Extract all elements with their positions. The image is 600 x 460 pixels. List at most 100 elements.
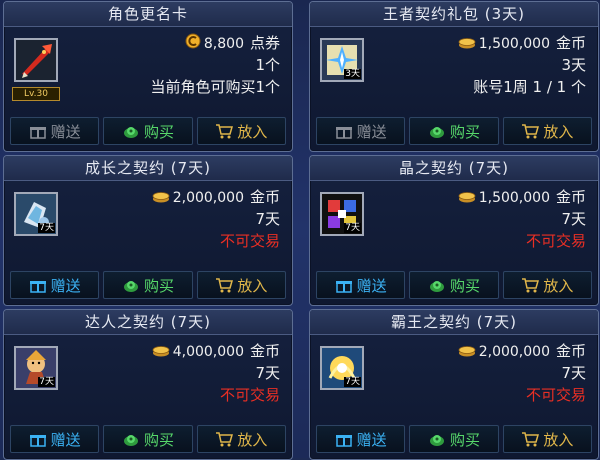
item-info: 2,000,000 金币 7天 不可交易 — [458, 340, 586, 406]
shop-item-card-growth: 成长之契约 (7天) 7天 2,000,000 金币 7天 不可交易 赠送 购买 — [3, 155, 293, 306]
item-title: 达人之契约 (7天) — [4, 310, 292, 335]
add-to-cart-button[interactable]: 放入 — [502, 117, 592, 145]
gold-coin-icon — [458, 187, 476, 209]
duration-badge: 7天 — [344, 377, 361, 387]
price-value: 1,500,000 — [478, 190, 550, 206]
cart-icon — [216, 432, 234, 447]
item-info: 8,800 点券 1个 当前角色可购买1个 — [150, 32, 280, 98]
gift-button[interactable]: 赠送 — [10, 117, 100, 145]
buy-button[interactable]: 购买 — [409, 425, 499, 453]
item-info: 2,000,000 金币 7天 不可交易 — [152, 186, 280, 252]
cart-icon — [522, 278, 540, 293]
action-bar: 赠送 购买 放入 — [10, 117, 286, 145]
untradable-line: 不可交易 — [219, 386, 280, 404]
price-line: 2,000,000 金币 — [152, 186, 280, 208]
gift-icon — [335, 127, 352, 139]
shop-item-card-overlord: 霸王之契约 (7天) 7天 2,000,000 金币 7天 不可交易 赠送 购买 — [309, 309, 599, 460]
put-label: 放入 — [543, 122, 574, 141]
item-icon-frame[interactable] — [14, 38, 58, 82]
buy-label: 购买 — [143, 122, 174, 141]
gift-button[interactable]: 赠送 — [10, 425, 100, 453]
duration-badge: 7天 — [38, 377, 55, 387]
gift-label: 赠送 — [50, 276, 81, 295]
gift-icon — [29, 127, 46, 139]
buy-icon — [429, 127, 444, 138]
price-value: 8,800 — [203, 36, 244, 52]
buy-label: 购买 — [449, 430, 480, 449]
add-to-cart-button[interactable]: 放入 — [196, 425, 286, 453]
item-info: 4,000,000 金币 7天 不可交易 — [152, 340, 280, 406]
gold-coin-icon — [152, 341, 170, 363]
price-line: 1,500,000 金币 — [458, 186, 586, 208]
untradable-line: 不可交易 — [525, 232, 586, 250]
shop-item-card-crystal: 晶之契约 (7天) 7天 1,500,000 金币 7天 不可交易 赠送 购买 — [309, 155, 599, 306]
shop-item-card-king-package: 王者契约礼包 (3天) 3天 1,500,000 金币 3天 账号1周 1 / 1… — [309, 1, 599, 152]
buy-label: 购买 — [449, 122, 480, 141]
duration-badge: 7天 — [344, 223, 361, 233]
untradable-line: 不可交易 — [525, 386, 586, 404]
shop-item-card-master: 达人之契约 (7天) 7天 4,000,000 金币 7天 不可交易 赠送 购买 — [3, 309, 293, 460]
quantity-line: 1个 — [255, 56, 280, 74]
price-unit: 点券 — [249, 34, 280, 52]
add-to-cart-button[interactable]: 放入 — [502, 425, 592, 453]
gift-icon — [29, 281, 46, 293]
add-to-cart-button[interactable]: 放入 — [196, 117, 286, 145]
gold-coin-icon — [152, 187, 170, 209]
price-value: 1,500,000 — [478, 36, 550, 52]
buy-label: 购买 — [143, 276, 174, 295]
action-bar: 赠送 购买 放入 — [316, 271, 592, 299]
price-unit: 金币 — [249, 188, 280, 206]
item-icon-frame[interactable]: 7天 — [14, 192, 58, 236]
duration-badge: 7天 — [38, 223, 55, 233]
cart-icon — [216, 278, 234, 293]
buy-icon — [429, 435, 444, 446]
add-to-cart-button[interactable]: 放入 — [196, 271, 286, 299]
gift-label: 赠送 — [356, 430, 387, 449]
add-to-cart-button[interactable]: 放入 — [502, 271, 592, 299]
gift-button[interactable]: 赠送 — [316, 271, 406, 299]
gift-icon — [335, 281, 352, 293]
item-title: 王者契约礼包 (3天) — [310, 2, 598, 27]
cera-coin-icon — [185, 33, 201, 55]
item-title: 霸王之契约 (7天) — [310, 310, 598, 335]
price-value: 2,000,000 — [172, 190, 244, 206]
price-unit: 金币 — [555, 34, 586, 52]
item-icon-frame[interactable]: 7天 — [14, 346, 58, 390]
duration-line: 7天 — [255, 364, 280, 382]
action-bar: 赠送 购买 放入 — [316, 425, 592, 453]
duration-line: 7天 — [561, 210, 586, 228]
buy-button[interactable]: 购买 — [103, 271, 193, 299]
gift-icon — [335, 435, 352, 447]
shop-item-card-rename: 角色更名卡 Lv.30 8,800 点券 1个 当前角色可购买1个 赠送 购买 — [3, 1, 293, 152]
price-value: 2,000,000 — [478, 344, 550, 360]
gift-button[interactable]: 赠送 — [10, 271, 100, 299]
buy-icon — [123, 127, 138, 138]
item-info: 1,500,000 金币 7天 不可交易 — [458, 186, 586, 252]
buy-button[interactable]: 购买 — [409, 271, 499, 299]
buy-button[interactable]: 购买 — [103, 425, 193, 453]
gift-button[interactable]: 赠送 — [316, 425, 406, 453]
gift-label: 赠送 — [356, 276, 387, 295]
price-line: 8,800 点券 — [150, 32, 280, 54]
gift-label: 赠送 — [356, 122, 387, 141]
buy-button[interactable]: 购买 — [103, 117, 193, 145]
duration-line: 7天 — [255, 210, 280, 228]
item-title: 成长之契约 (7天) — [4, 156, 292, 181]
price-unit: 金币 — [555, 342, 586, 360]
cart-icon — [522, 124, 540, 139]
buy-button[interactable]: 购买 — [409, 117, 499, 145]
gift-label: 赠送 — [50, 430, 81, 449]
price-unit: 金币 — [555, 188, 586, 206]
price-line: 4,000,000 金币 — [152, 340, 280, 362]
item-info: 1,500,000 金币 3天 账号1周 1 / 1 个 — [458, 32, 586, 98]
item-icon-frame[interactable]: 3天 — [320, 38, 364, 82]
gift-button[interactable]: 赠送 — [316, 117, 406, 145]
cart-icon — [522, 432, 540, 447]
duration-line: 3天 — [561, 56, 586, 74]
item-icon-frame[interactable]: 7天 — [320, 346, 364, 390]
action-bar: 赠送 购买 放入 — [316, 117, 592, 145]
buy-icon — [429, 281, 444, 292]
item-icon-frame[interactable]: 7天 — [320, 192, 364, 236]
gold-coin-icon — [458, 341, 476, 363]
buy-icon — [123, 435, 138, 446]
